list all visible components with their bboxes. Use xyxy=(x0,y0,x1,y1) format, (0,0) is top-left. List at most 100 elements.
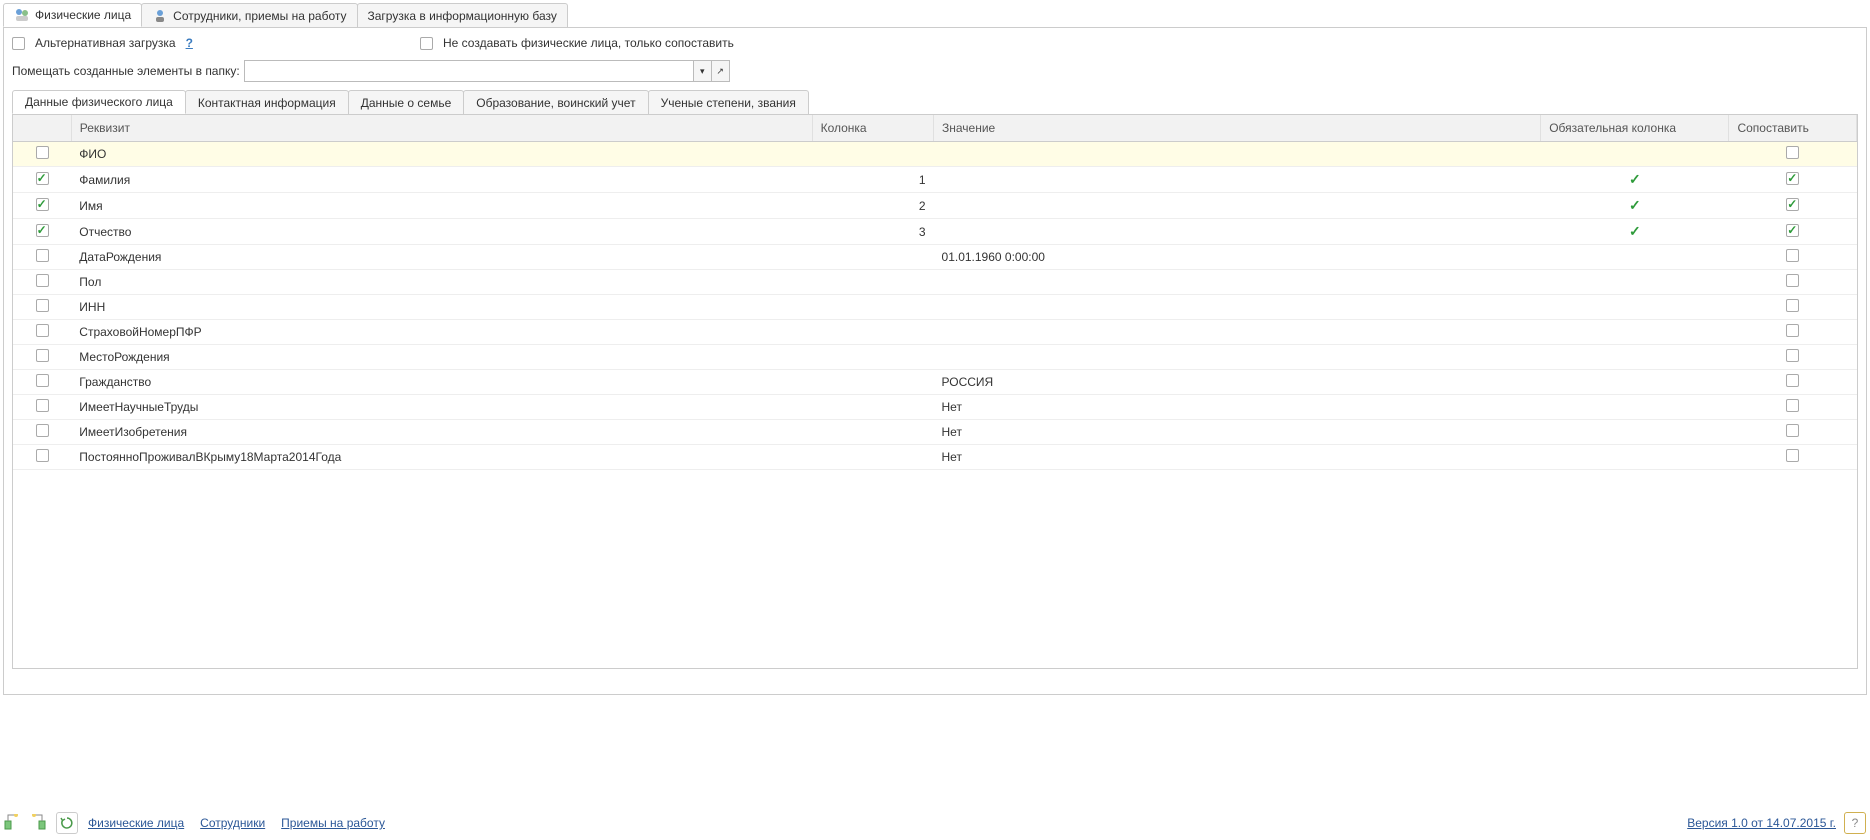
row-value xyxy=(934,270,1541,295)
bottom-link-2[interactable]: Приемы на работу xyxy=(281,816,385,830)
row-match-checkbox[interactable] xyxy=(1786,374,1799,387)
col-header-requisite: Реквизит xyxy=(71,115,812,142)
folder-input[interactable] xyxy=(244,60,694,82)
help-icon[interactable]: ? xyxy=(186,36,193,50)
folder-dropdown-button[interactable]: ▾ xyxy=(694,60,712,82)
row-checkbox[interactable] xyxy=(36,274,49,287)
row-checkbox[interactable] xyxy=(36,424,49,437)
inner-tab-label: Ученые степени, звания xyxy=(661,96,796,110)
row-column xyxy=(812,320,933,345)
row-checkbox[interactable] xyxy=(36,324,49,337)
row-match-checkbox[interactable] xyxy=(1786,249,1799,262)
table-row[interactable]: ДатаРождения 01.01.1960 0:00:00 xyxy=(13,245,1857,270)
row-match-checkbox[interactable] xyxy=(1786,198,1799,211)
bottom-bar: Физические лица Сотрудники Приемы на работ… xyxy=(4,812,1866,834)
row-checkbox[interactable] xyxy=(36,374,49,387)
bottom-link-0[interactable]: Физические лица xyxy=(88,816,184,830)
row-match-checkbox[interactable] xyxy=(1786,399,1799,412)
top-tab-label: Загрузка в информационную базу xyxy=(368,9,557,23)
table-row[interactable]: ИмеетНаучныеТрудыНет xyxy=(13,395,1857,420)
person-icon xyxy=(152,8,168,24)
inner-tab-4[interactable]: Ученые степени, звания xyxy=(648,90,809,114)
top-tab-2[interactable]: Загрузка в информационную базу xyxy=(357,3,568,27)
alt-load-checkbox[interactable] xyxy=(12,37,25,50)
row-checkbox[interactable] xyxy=(36,146,49,159)
row-match-checkbox[interactable] xyxy=(1786,449,1799,462)
row-requisite: Фамилия xyxy=(71,167,812,193)
row-column: 1 xyxy=(812,167,933,193)
options-row: Альтернативная загрузка ? Не создавать ф… xyxy=(12,36,1858,50)
table-row[interactable]: ИмеетИзобретенияНет xyxy=(13,420,1857,445)
row-match-checkbox[interactable] xyxy=(1786,424,1799,437)
table-row[interactable]: Пол xyxy=(13,270,1857,295)
version-link[interactable]: Версия 1.0 от 14.07.2015 г. xyxy=(1687,816,1836,830)
row-checkbox[interactable] xyxy=(36,449,49,462)
row-value xyxy=(934,345,1541,370)
row-requisite: ФИО xyxy=(71,142,812,167)
row-value: 01.01.1960 0:00:00 xyxy=(934,245,1541,270)
table-row[interactable]: Отчество3✓ xyxy=(13,219,1857,245)
row-column xyxy=(812,142,933,167)
folder-open-button[interactable]: ↗ xyxy=(712,60,730,82)
row-requisite: ДатаРождения xyxy=(71,245,812,270)
inner-tab-0[interactable]: Данные физического лица xyxy=(12,90,186,114)
row-requisite: ИНН xyxy=(71,295,812,320)
inner-tab-1[interactable]: Контактная информация xyxy=(185,90,349,114)
top-tab-label: Физические лица xyxy=(35,8,131,22)
requisites-table: Реквизит Колонка Значение Обязательная к… xyxy=(13,115,1857,470)
row-column xyxy=(812,420,933,445)
top-tab-0[interactable]: Физические лица xyxy=(3,3,142,27)
folder-row: Помещать созданные элементы в папку: ▾ ↗ xyxy=(12,60,1858,82)
alt-load-label: Альтернативная загрузка xyxy=(35,36,176,50)
row-match-checkbox[interactable] xyxy=(1786,274,1799,287)
refresh-button[interactable] xyxy=(56,812,78,834)
row-match-checkbox[interactable] xyxy=(1786,324,1799,337)
row-value xyxy=(934,219,1541,245)
inner-tab-label: Данные физического лица xyxy=(25,95,173,109)
table-row[interactable]: ИНН xyxy=(13,295,1857,320)
table-row[interactable]: СтраховойНомерПФР xyxy=(13,320,1857,345)
row-match-checkbox[interactable] xyxy=(1786,172,1799,185)
row-checkbox[interactable] xyxy=(36,224,49,237)
top-tab-1[interactable]: Сотрудники, приемы на работу xyxy=(141,3,357,27)
row-match-checkbox[interactable] xyxy=(1786,146,1799,159)
row-value xyxy=(934,142,1541,167)
table-row[interactable]: Имя2✓ xyxy=(13,193,1857,219)
inner-tab-3[interactable]: Образование, воинский учет xyxy=(463,90,648,114)
row-checkbox[interactable] xyxy=(36,299,49,312)
folder-label: Помещать созданные элементы в папку: xyxy=(12,64,240,78)
table-row[interactable]: МестоРождения xyxy=(13,345,1857,370)
col-header-column: Колонка xyxy=(812,115,933,142)
row-mandatory: ✓ xyxy=(1541,193,1729,219)
row-checkbox[interactable] xyxy=(36,349,49,362)
table-row[interactable]: Фамилия1✓ xyxy=(13,167,1857,193)
help-button[interactable]: ? xyxy=(1844,812,1866,834)
inner-tab-2[interactable]: Данные о семье xyxy=(348,90,465,114)
row-requisite: ПостоянноПроживалВКрыму18Марта2014Года xyxy=(71,445,812,470)
row-checkbox[interactable] xyxy=(36,198,49,211)
table-row[interactable]: ФИО xyxy=(13,142,1857,167)
row-checkbox[interactable] xyxy=(36,399,49,412)
row-mandatory xyxy=(1541,270,1729,295)
row-value: РОССИЯ xyxy=(934,370,1541,395)
col-header-check xyxy=(13,115,71,142)
no-create-checkbox[interactable] xyxy=(420,37,433,50)
people-icon xyxy=(14,7,30,23)
top-tab-label: Сотрудники, приемы на работу xyxy=(173,9,346,23)
table-row[interactable]: ПостоянноПроживалВКрыму18Марта2014Года Не… xyxy=(13,445,1857,470)
table-row[interactable]: ГражданствоРОССИЯ xyxy=(13,370,1857,395)
row-checkbox[interactable] xyxy=(36,249,49,262)
row-checkbox[interactable] xyxy=(36,172,49,185)
bottom-link-1[interactable]: Сотрудники xyxy=(200,816,265,830)
row-value: Нет xyxy=(934,445,1541,470)
bottom-icon-2[interactable] xyxy=(30,814,46,833)
bottom-icon-1[interactable] xyxy=(4,814,20,833)
row-mandatory xyxy=(1541,445,1729,470)
col-header-value: Значение xyxy=(934,115,1541,142)
row-match-checkbox[interactable] xyxy=(1786,299,1799,312)
row-match-checkbox[interactable] xyxy=(1786,224,1799,237)
row-column xyxy=(812,245,933,270)
row-match-checkbox[interactable] xyxy=(1786,349,1799,362)
content-frame: Альтернативная загрузка ? Не создавать ф… xyxy=(3,27,1867,695)
row-mandatory xyxy=(1541,370,1729,395)
